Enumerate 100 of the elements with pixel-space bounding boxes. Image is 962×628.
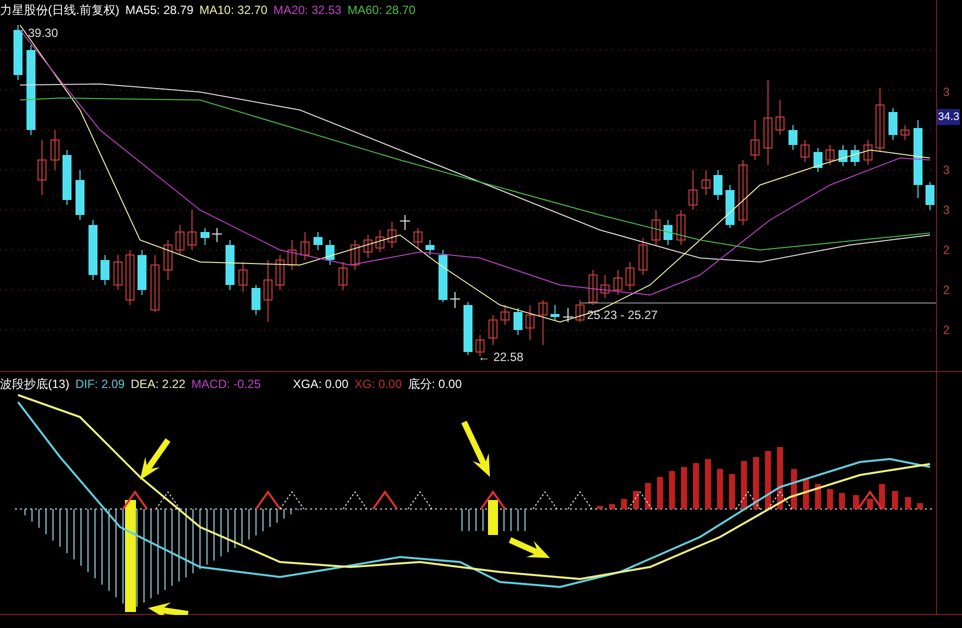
axis-label: 2 bbox=[942, 282, 950, 298]
candlestick bbox=[326, 240, 334, 266]
candlestick bbox=[450, 292, 460, 308]
candlestick bbox=[688, 170, 698, 210]
candlestick bbox=[464, 302, 472, 356]
candlestick bbox=[50, 130, 60, 170]
pointer-arrow bbox=[508, 537, 550, 558]
candlestick bbox=[338, 262, 348, 290]
candlestick bbox=[476, 334, 484, 356]
candlestick bbox=[288, 240, 296, 270]
axis-label: 3 bbox=[942, 84, 950, 100]
histogram-bar bbox=[645, 483, 651, 509]
candlestick bbox=[800, 140, 810, 162]
histogram-bar bbox=[705, 459, 711, 509]
axis-label: 3 bbox=[942, 162, 950, 178]
candlestick bbox=[88, 220, 98, 280]
legend-text: MA55: 28.79 bbox=[125, 2, 194, 19]
candlestick bbox=[314, 232, 322, 250]
candlestick bbox=[376, 230, 384, 252]
candlestick bbox=[238, 262, 248, 292]
candlestick bbox=[300, 232, 310, 260]
candlestick bbox=[614, 270, 622, 296]
candlestick bbox=[500, 304, 510, 326]
candlestick bbox=[900, 124, 910, 140]
histogram-bar bbox=[657, 477, 663, 509]
candlestick bbox=[702, 170, 710, 196]
histogram-bar bbox=[839, 493, 845, 509]
candlestick bbox=[252, 284, 260, 316]
candlestick bbox=[200, 228, 210, 246]
histogram-bar bbox=[777, 447, 783, 509]
candlestick bbox=[850, 144, 860, 166]
candlestick bbox=[926, 182, 934, 210]
candlestick bbox=[826, 144, 834, 166]
histogram-bar bbox=[681, 467, 687, 509]
legend-text: XGA: 0.00 bbox=[293, 376, 348, 393]
candlestick bbox=[150, 254, 160, 312]
candlestick bbox=[788, 124, 798, 150]
candlestick bbox=[38, 140, 46, 196]
candlestick bbox=[188, 210, 196, 250]
histogram-bar bbox=[717, 469, 723, 509]
candlestick bbox=[414, 228, 422, 248]
legend-text: MA10: 32.70 bbox=[199, 2, 268, 19]
legend-text: 力星股份(日线.前复权) bbox=[0, 2, 120, 19]
candlestick bbox=[588, 270, 598, 306]
legend-text: MACD: -0.25 bbox=[191, 376, 261, 393]
candlestick bbox=[562, 308, 574, 322]
candlestick bbox=[126, 250, 134, 306]
candlestick bbox=[576, 300, 584, 322]
legend-text: DIF: 2.09 bbox=[75, 376, 125, 393]
candlestick bbox=[264, 260, 272, 322]
axis-label: 2 bbox=[942, 242, 950, 258]
candlestick bbox=[776, 100, 784, 136]
histogram-bar bbox=[853, 495, 859, 509]
histogram-bar bbox=[621, 499, 627, 509]
legend-text: 底分: 0.00 bbox=[408, 376, 462, 393]
candlestick bbox=[864, 140, 872, 166]
candlestick bbox=[438, 250, 448, 302]
candlestick bbox=[426, 240, 434, 256]
candlestick bbox=[550, 304, 560, 320]
pointer-arrow bbox=[140, 438, 170, 480]
candlestick bbox=[626, 262, 634, 290]
histogram-bar bbox=[633, 491, 639, 509]
candlestick bbox=[538, 300, 548, 346]
candlestick bbox=[714, 170, 722, 200]
legend-text: XG: 0.00 bbox=[354, 376, 402, 393]
histogram-bar bbox=[693, 463, 699, 509]
legend-text: MA20: 32.53 bbox=[273, 2, 342, 19]
candlestick bbox=[652, 210, 660, 246]
candlestick bbox=[364, 234, 372, 258]
price-tag: 34.3 bbox=[937, 109, 960, 125]
candlestick bbox=[212, 228, 222, 242]
candlestick bbox=[388, 222, 396, 248]
histogram-bar bbox=[867, 499, 873, 509]
candlestick bbox=[62, 150, 72, 206]
histogram-bar bbox=[815, 484, 821, 509]
candlestick bbox=[638, 238, 648, 276]
candlestick bbox=[676, 210, 686, 246]
histogram-bar bbox=[669, 471, 675, 509]
candlestick bbox=[400, 214, 410, 230]
candlestick bbox=[750, 120, 760, 160]
legend-text: DEA: 2.22 bbox=[130, 376, 186, 393]
histogram-bar bbox=[753, 457, 759, 509]
histogram-bar bbox=[765, 451, 771, 509]
axis-label: 2 bbox=[942, 322, 950, 338]
candlestick bbox=[100, 254, 110, 286]
candlestick bbox=[488, 314, 498, 346]
candlestick bbox=[514, 308, 522, 336]
candlestick bbox=[888, 108, 898, 140]
legend-text: MA60: 28.70 bbox=[347, 2, 416, 19]
axis-label: 3 bbox=[942, 202, 950, 218]
candlestick bbox=[526, 304, 534, 340]
price-annotation: 25.23 - 25.27 bbox=[587, 307, 658, 324]
histogram-bar bbox=[741, 461, 747, 509]
price-annotation: ← 22.58 bbox=[478, 349, 524, 366]
candlestick bbox=[600, 274, 610, 298]
candlestick bbox=[164, 240, 172, 280]
pointer-arrow bbox=[148, 602, 188, 615]
histogram-bar bbox=[879, 484, 885, 509]
candlestick bbox=[226, 240, 234, 290]
candlestick bbox=[276, 254, 284, 290]
